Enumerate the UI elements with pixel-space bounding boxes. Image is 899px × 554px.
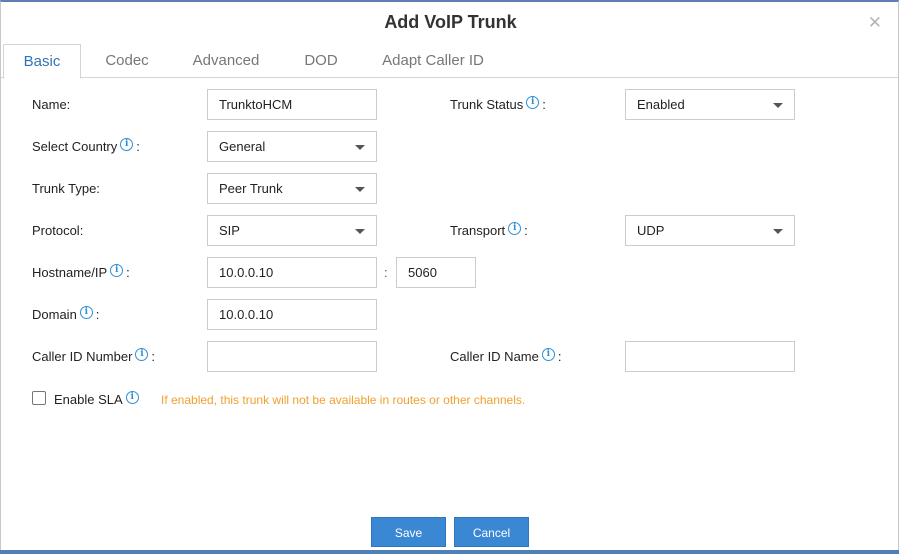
protocol-label: Protocol: (32, 223, 83, 238)
name-input[interactable]: TrunktoHCM (207, 89, 377, 120)
dialog-title: Add VoIP Trunk (384, 12, 517, 32)
domain-colon: : (95, 307, 100, 322)
trunk-status-label-text: Trunk Status (450, 97, 524, 112)
hostname-input[interactable]: 10.0.0.10 (207, 257, 377, 288)
info-icon[interactable]: i (125, 391, 139, 404)
chevron-down-icon (355, 145, 365, 150)
info-icon[interactable]: i (526, 96, 540, 109)
tab-basic[interactable]: Basic (3, 44, 81, 79)
enable-sla-warning: If enabled, this trunk will not be avail… (161, 393, 526, 407)
tab-adapt-caller-id[interactable]: Adapt Caller ID (373, 44, 493, 78)
chevron-down-icon (773, 229, 783, 234)
chevron-down-icon (355, 187, 365, 192)
hostname-colon: : (126, 265, 130, 280)
add-voip-trunk-dialog: Add VoIP Trunk ✕ Basic Codec Advanced DO… (0, 0, 899, 554)
info-icon[interactable]: i (110, 264, 124, 277)
caller-id-name-input[interactable] (625, 341, 795, 372)
caller-id-number-label: Caller ID Number i : (32, 348, 156, 364)
trunk-status-label: Trunk Status i : (450, 96, 546, 112)
hostname-label: Hostname/IP i : (32, 264, 130, 280)
hostname-label-text: Hostname/IP (32, 265, 108, 280)
domain-label: Domain i : (32, 306, 100, 322)
caller-id-number-label-text: Caller ID Number (32, 349, 133, 364)
info-icon[interactable]: i (120, 138, 134, 151)
tab-advanced[interactable]: Advanced (183, 44, 269, 78)
trunk-status-colon: : (542, 97, 546, 112)
info-icon[interactable]: i (541, 348, 555, 361)
tab-codec[interactable]: Codec (93, 44, 161, 78)
chevron-down-icon (773, 103, 783, 108)
info-icon[interactable]: i (135, 348, 149, 361)
transport-colon: : (524, 223, 528, 238)
caller-id-name-colon: : (557, 349, 562, 364)
trunk-type-label: Trunk Type: (32, 181, 100, 196)
trunk-status-select[interactable]: Enabled (625, 89, 795, 120)
name-label-text: Name: (32, 97, 71, 112)
enable-sla-label: Enable SLA i (54, 391, 141, 407)
port-separator: : (384, 265, 388, 280)
bottom-border (0, 550, 899, 554)
trunk-type-value: Peer Trunk (219, 181, 283, 196)
trunk-status-value: Enabled (637, 97, 685, 112)
trunk-type-select[interactable]: Peer Trunk (207, 173, 377, 204)
close-icon[interactable]: ✕ (868, 14, 882, 31)
protocol-value: SIP (219, 223, 240, 238)
port-input[interactable]: 5060 (396, 257, 476, 288)
transport-value: UDP (637, 223, 665, 238)
caller-id-name-label: Caller ID Name i : (450, 348, 562, 364)
name-label: Name: (32, 97, 70, 112)
protocol-select[interactable]: SIP (207, 215, 377, 246)
caller-id-number-input[interactable] (207, 341, 377, 372)
protocol-label-text: Protocol: (32, 223, 84, 238)
select-country-label: Select Country i : (32, 138, 140, 154)
caller-id-name-label-text: Caller ID Name (450, 349, 539, 364)
transport-label: Transport i : (450, 222, 528, 238)
trunk-type-label-text: Trunk Type: (32, 181, 100, 196)
enable-sla-checkbox[interactable] (32, 391, 46, 405)
domain-input[interactable]: 10.0.0.10 (207, 299, 377, 330)
select-country-select[interactable]: General (207, 131, 377, 162)
info-icon[interactable]: i (508, 222, 522, 235)
domain-label-text: Domain (32, 307, 77, 322)
chevron-down-icon (355, 229, 365, 234)
info-icon[interactable]: i (79, 306, 93, 319)
cancel-button[interactable]: Cancel (454, 517, 529, 547)
select-country-value: General (219, 139, 266, 154)
transport-select[interactable]: UDP (625, 215, 795, 246)
caller-id-number-colon: : (151, 349, 156, 364)
select-country-label-text: Select Country (32, 139, 118, 154)
tab-dod[interactable]: DOD (295, 44, 347, 78)
transport-label-text: Transport (450, 223, 506, 238)
tab-bar: Basic Codec Advanced DOD Adapt Caller ID (1, 44, 898, 79)
save-button[interactable]: Save (371, 517, 446, 547)
enable-sla-label-text: Enable SLA (54, 392, 123, 407)
select-country-colon: : (136, 139, 140, 154)
